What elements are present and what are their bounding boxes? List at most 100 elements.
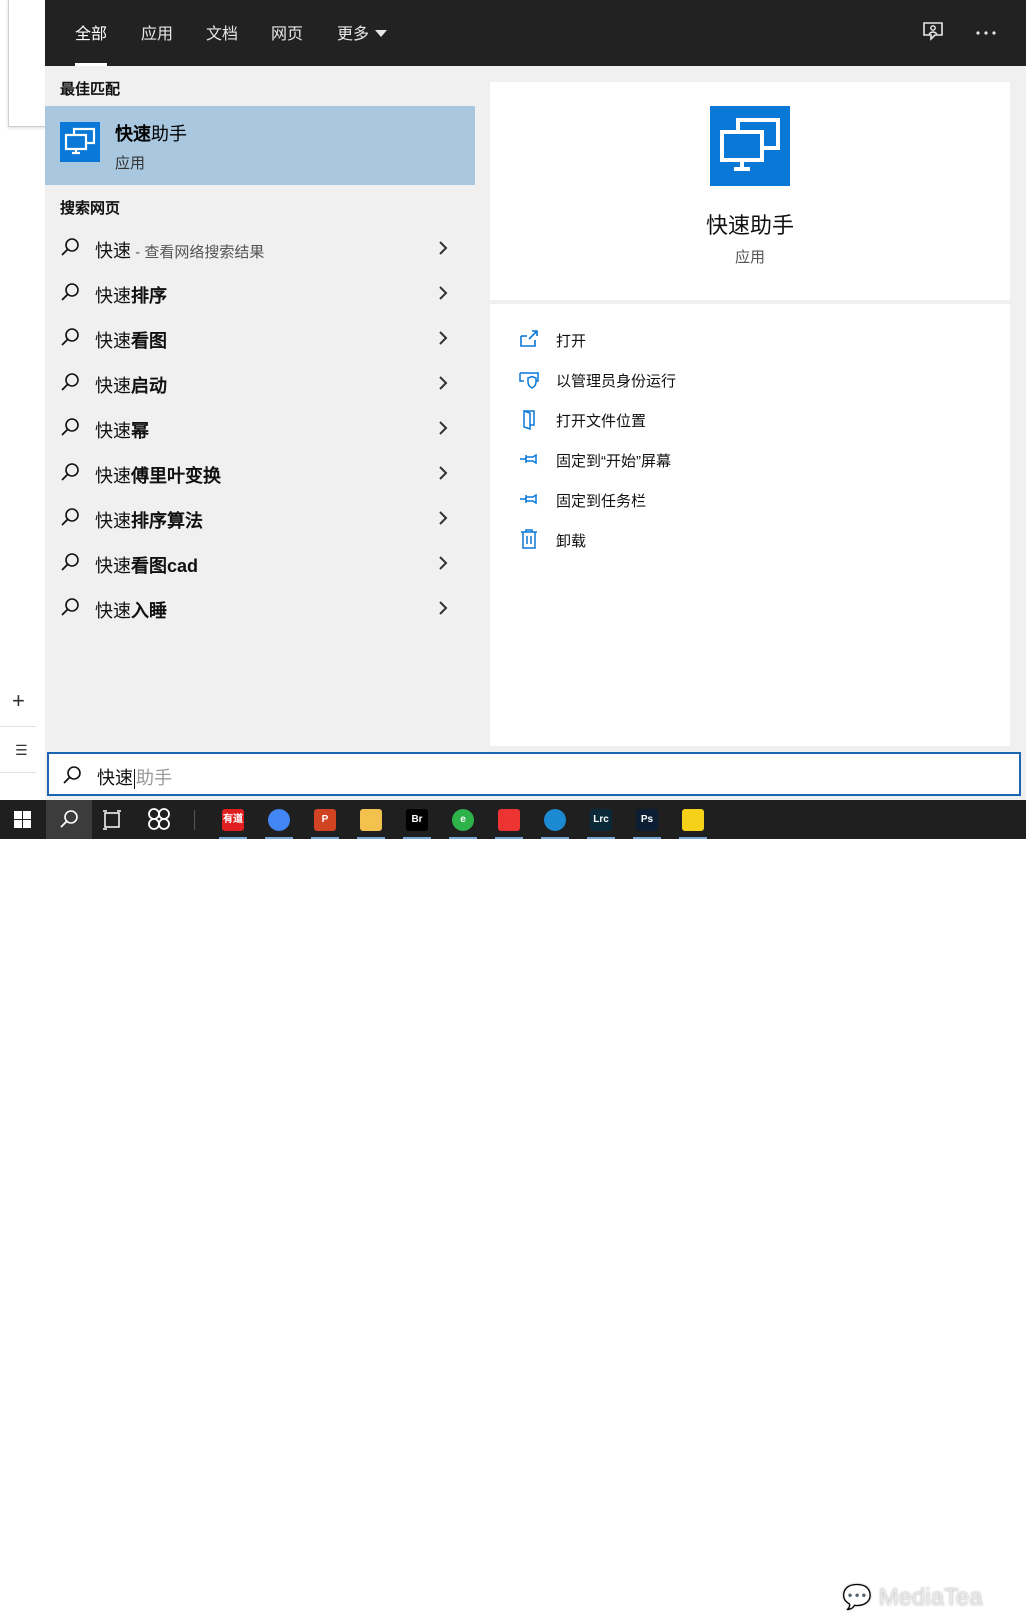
web-search-heading: 搜索网页 — [60, 200, 121, 217]
detail-app-name: 快速助手 — [705, 213, 794, 238]
taskbar-app-lightroom[interactable]: Lrc — [578, 800, 624, 839]
web-search-suggestion[interactable]: 快速看图 — [45, 316, 475, 361]
search-icon — [61, 283, 79, 301]
web-search-suggestion[interactable]: 快速启动 — [45, 361, 475, 406]
web-search-suggestion[interactable]: 快速排序算法 — [45, 496, 475, 541]
text-cursor — [134, 769, 135, 790]
suggestion-prefix: 快速 — [95, 601, 131, 621]
edge-icon — [544, 809, 566, 831]
list-icon[interactable]: ☰ — [15, 742, 28, 759]
taskbar-separator — [194, 810, 195, 830]
suggestion-completion: 排序算法 — [131, 511, 203, 531]
trash-icon — [521, 529, 537, 549]
suggestion-prefix: 快速 — [95, 331, 131, 351]
more-options-icon[interactable] — [973, 20, 999, 46]
taskbar-app-sticky-notes[interactable] — [670, 800, 716, 839]
action-open-file-location[interactable]: 打开文件位置 — [518, 402, 978, 436]
tab-documents[interactable]: 文档 — [206, 20, 238, 66]
suggestion-prefix: 快速 — [95, 421, 131, 441]
taskbar-app-chrome[interactable] — [256, 800, 302, 839]
results-list: 最佳匹配 快速助手 应用 搜索网页 快速 - 查看网络搜索结果 快速排序 快速看图快… — [45, 66, 475, 752]
chevron-right-icon[interactable] — [437, 508, 449, 528]
suggestion-completion: 幂 — [131, 421, 149, 441]
chevron-right-icon[interactable] — [437, 238, 449, 258]
add-icon[interactable]: + — [12, 688, 25, 714]
tab-more[interactable]: 更多 — [337, 20, 388, 66]
web-search-suggestion[interactable]: 快速幂 — [45, 406, 475, 451]
best-match-name: 快速助手 — [115, 120, 187, 146]
action-label: 固定到“开始”屏幕 — [556, 453, 671, 470]
quick-assist-large-icon — [710, 106, 790, 186]
action-pin-to-taskbar[interactable]: 固定到任务栏 — [518, 482, 978, 516]
suggestion-text: 快速排序算法 — [95, 507, 203, 533]
app-colorful-icon — [498, 809, 520, 831]
action-open[interactable]: 打开 — [518, 322, 978, 356]
taskbar-app-app-colorful[interactable] — [486, 800, 532, 839]
suggestion-prefix: 快速 — [95, 241, 131, 261]
suggestion-subtitle: - 查看网络搜索结果 — [131, 244, 265, 261]
chevron-right-icon[interactable] — [437, 553, 449, 573]
search-suggestion-text: 助手 — [136, 768, 172, 788]
tab-label: 网页 — [271, 26, 304, 43]
tab-label: 文档 — [206, 26, 239, 43]
action-uninstall[interactable]: 卸载 — [518, 522, 978, 556]
chevron-right-icon[interactable] — [437, 463, 449, 483]
best-match-name-bold: 快速 — [115, 124, 151, 144]
suggestion-text: 快速看图cad — [95, 552, 198, 578]
action-label: 打开 — [556, 333, 587, 350]
suggestion-completion: 入睡 — [131, 601, 167, 621]
search-icon — [61, 328, 79, 346]
web-search-suggestion[interactable]: 快速入睡 — [45, 586, 475, 631]
task-view-button[interactable] — [90, 800, 136, 839]
action-run-as-admin[interactable]: 以管理员身份运行 — [518, 362, 978, 396]
shield-icon — [519, 372, 539, 389]
windows-logo-icon — [14, 811, 31, 828]
chevron-right-icon[interactable] — [437, 598, 449, 618]
search-icon — [60, 810, 78, 828]
chevron-right-icon[interactable] — [437, 418, 449, 438]
suggestion-text: 快速排序 — [95, 282, 167, 308]
taskbar-app-360[interactable]: e — [440, 800, 486, 839]
background-divider — [0, 772, 36, 773]
web-search-suggestion[interactable]: 快速 - 查看网络搜索结果 — [45, 226, 475, 271]
action-pin-to-start[interactable]: 固定到“开始”屏幕 — [518, 442, 978, 476]
chevron-right-icon[interactable] — [437, 328, 449, 348]
taskbar-app-pinwheel[interactable] — [136, 800, 182, 839]
web-search-suggestion[interactable]: 快速傅里叶变换 — [45, 451, 475, 496]
taskbar-app-powerpoint[interactable]: P — [302, 800, 348, 839]
tab-apps[interactable]: 应用 — [141, 20, 173, 66]
tab-all[interactable]: 全部 — [75, 20, 108, 66]
search-icon — [61, 373, 79, 391]
youdao-icon: 有道 — [222, 809, 244, 831]
pin-icon — [520, 453, 537, 465]
taskbar-search-button[interactable] — [46, 800, 92, 839]
search-panel: 全部 应用 文档 网页 更多 最佳匹配 快速助手 应用 搜索网页 快速 - 查看… — [45, 0, 1026, 800]
tab-web[interactable]: 网页 — [271, 20, 303, 66]
chevron-right-icon[interactable] — [437, 283, 449, 303]
lightroom-icon: Lrc — [590, 809, 612, 831]
background-card — [8, 0, 46, 127]
taskbar-app-edge[interactable] — [532, 800, 578, 839]
detail-app-type: 应用 — [734, 249, 765, 266]
taskbar-app-photoshop[interactable]: Ps — [624, 800, 670, 839]
taskbar-app-explorer[interactable] — [348, 800, 394, 839]
search-input[interactable]: 快速 助手 — [47, 752, 1021, 796]
feedback-icon[interactable] — [920, 20, 946, 46]
web-search-suggestion[interactable]: 快速排序 — [45, 271, 475, 316]
suggestion-completion: 启动 — [131, 376, 167, 396]
start-button[interactable] — [0, 800, 46, 839]
explorer-icon — [360, 809, 382, 831]
chrome-icon — [268, 809, 290, 831]
bridge-icon: Br — [406, 809, 428, 831]
best-match-heading: 最佳匹配 — [60, 81, 121, 98]
taskbar-app-bridge[interactable]: Br — [394, 800, 440, 839]
suggestion-prefix: 快速 — [95, 286, 131, 306]
chevron-down-icon — [375, 29, 388, 37]
background-divider — [0, 726, 36, 727]
search-icon — [61, 553, 79, 571]
web-search-suggestion[interactable]: 快速看图cad — [45, 541, 475, 586]
best-match-result[interactable]: 快速助手 应用 — [45, 106, 475, 185]
chevron-right-icon[interactable] — [437, 373, 449, 393]
suggestion-text: 快速幂 — [95, 417, 149, 443]
taskbar-app-youdao[interactable]: 有道 — [210, 800, 256, 839]
